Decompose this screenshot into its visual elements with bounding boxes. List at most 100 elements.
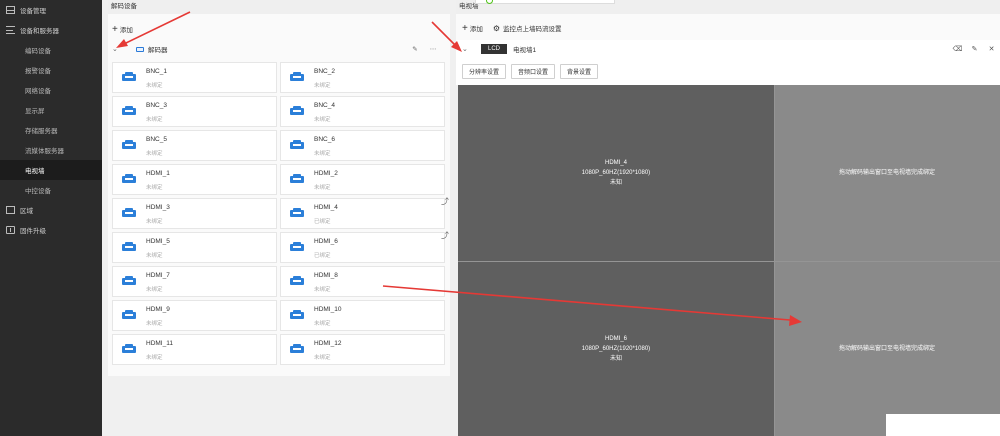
output-status: 未绑定: [146, 219, 163, 225]
sidebar-item-label: 电视墙: [25, 168, 45, 175]
display-output-icon: [290, 72, 304, 81]
display-output-icon: [290, 106, 304, 115]
output-status: 未绑定: [146, 321, 163, 327]
tv-wall-screen[interactable]: 拖动解码输出窗口至电视墙完成绑定: [774, 85, 1000, 261]
decoder-output-card[interactable]: BNC_6 未绑定: [280, 130, 445, 161]
resolution-settings-button[interactable]: 分辨率设置: [462, 63, 507, 79]
decoder-output-card[interactable]: HDMI_2 未绑定: [280, 164, 445, 195]
sidebar-item-label: 显示屏: [25, 108, 45, 115]
sidebar-item-devices-servers[interactable]: 设备和服务器: [0, 20, 102, 40]
close-icon[interactable]: ✕: [983, 45, 1000, 53]
output-status: 未绑定: [314, 321, 331, 327]
background-settings-button[interactable]: 背景设置: [560, 63, 599, 79]
decoder-output-card[interactable]: HDMI_4 已绑定 ⤴: [280, 197, 449, 229]
link-icon[interactable]: ⤴: [441, 196, 449, 207]
output-status: 未绑定: [146, 355, 163, 361]
decoder-output-card[interactable]: HDMI_3 未绑定: [112, 198, 277, 229]
screen-output-name: HDMI_6: [604, 335, 627, 342]
output-name: HDMI_5: [146, 238, 170, 245]
screen-status: 未知: [609, 355, 622, 362]
decoder-output-card[interactable]: HDMI_12 未绑定: [280, 334, 445, 365]
audio-port-settings-button[interactable]: 音频口设置: [511, 63, 556, 79]
output-status: 未绑定: [146, 117, 163, 123]
display-output-icon: [290, 208, 304, 217]
output-name: HDMI_9: [146, 306, 170, 313]
decoder-output-card[interactable]: HDMI_6 已绑定 ⤴: [280, 231, 449, 263]
sidebar-item-displays[interactable]: 显示屏: [0, 100, 102, 120]
chevron-down-icon[interactable]: ⌄: [112, 45, 121, 53]
decoder-device-icon: [136, 46, 144, 52]
add-decoder-button[interactable]: + 添加: [112, 24, 133, 34]
screen-resolution: 1080P_60HZ(1920*1080): [581, 345, 651, 352]
output-status: 未绑定: [314, 355, 331, 361]
display-output-icon: [290, 140, 304, 149]
decoder-output-card[interactable]: HDMI_9 未绑定: [112, 300, 277, 331]
add-tv-wall-button[interactable]: + 添加: [462, 23, 483, 33]
sidebar-item-encoding-devices[interactable]: 编码设备: [0, 40, 102, 60]
tv-wall-screen[interactable]: HDMI_4 1080P_60HZ(1920*1080) 未知: [458, 85, 774, 261]
output-name: BNC_4: [314, 102, 335, 109]
screen-output-name: HDMI_4: [604, 160, 627, 166]
chevron-down-icon[interactable]: ⌄: [462, 45, 471, 53]
tv-wall-toolbar: + 添加 ⚙ 监控点上墙码流设置: [462, 23, 572, 33]
output-status: 未绑定: [314, 117, 331, 123]
output-name: HDMI_8: [314, 272, 338, 279]
output-name: BNC_6: [314, 136, 335, 143]
sidebar-item-storage-servers[interactable]: 存储服务器: [0, 120, 102, 140]
decoder-output-card[interactable]: HDMI_7 未绑定: [112, 266, 277, 297]
sidebar-item-tv-wall[interactable]: 电视墙: [0, 160, 102, 180]
display-output-icon: [122, 140, 136, 149]
sidebar-item-streaming-servers[interactable]: 流媒体服务器: [0, 140, 102, 160]
display-output-icon: [122, 174, 136, 183]
decoder-output-card[interactable]: BNC_2 未绑定: [280, 62, 445, 93]
display-output-icon: [122, 72, 136, 81]
decoder-output-card[interactable]: BNC_1 未绑定: [112, 62, 277, 93]
output-name: BNC_1: [146, 68, 167, 75]
add-label: 添加: [469, 26, 483, 33]
output-status: 未绑定: [146, 287, 163, 293]
stream-settings-button[interactable]: ⚙ 监控点上墙码流设置: [492, 23, 562, 34]
decoder-output-card[interactable]: HDMI_5 未绑定: [112, 232, 277, 263]
link-icon[interactable]: ⤴: [441, 230, 449, 241]
decoder-group-row[interactable]: ⌄ 解码器 ✎ ⋯: [112, 42, 442, 56]
display-output-icon: [290, 310, 304, 319]
edit-icon[interactable]: ✎: [406, 45, 424, 53]
decoder-output-card[interactable]: HDMI_1 未绑定: [112, 164, 277, 195]
lcd-tag: LCD: [481, 43, 508, 54]
plus-icon: +: [462, 22, 468, 34]
edit-icon[interactable]: ✎: [966, 45, 983, 53]
decoder-output-card[interactable]: HDMI_11 未绑定: [112, 334, 277, 365]
sidebar-item-device-management[interactable]: 设备管理: [0, 0, 102, 20]
list-icon: [6, 26, 15, 34]
output-status: 已绑定: [314, 253, 331, 259]
tv-wall-canvas[interactable]: HDMI_4 1080P_60HZ(1920*1080) 未知 拖动解码输出窗口…: [458, 85, 1000, 436]
sidebar-item-alarm-devices[interactable]: 报警设备: [0, 60, 102, 80]
decoder-output-card[interactable]: HDMI_8 未绑定: [280, 266, 445, 297]
tv-wall-toolbar-area: + 添加 ⚙ 监控点上墙码流设置: [456, 14, 1000, 40]
display-output-icon: [290, 276, 304, 285]
decoder-output-card[interactable]: BNC_5 未绑定: [112, 130, 277, 161]
upgrade-icon: [6, 226, 15, 234]
more-icon[interactable]: ⋯: [424, 45, 442, 53]
sidebar-item-network-devices[interactable]: 网络设备: [0, 80, 102, 100]
sidebar-item-label: 设备管理: [20, 8, 46, 15]
decoder-panel-body: + 添加 ⌄ 解码器 ✎ ⋯ BNC_1 未绑定 BNC_2 未绑定 BNC_3 未绑…: [108, 14, 450, 376]
tv-wall-screen[interactable]: 拖动解码输出窗口至电视墙完成绑定: [774, 261, 1000, 436]
decoder-output-card[interactable]: BNC_4 未绑定: [280, 96, 445, 127]
output-name: HDMI_1: [146, 170, 170, 177]
display-output-icon: [290, 242, 304, 251]
clear-icon[interactable]: ⌫: [949, 45, 966, 53]
sidebar-item-central-control[interactable]: 中控设备: [0, 180, 102, 200]
tv-wall-screen[interactable]: HDMI_6 1080P_60HZ(1920*1080) 未知: [458, 261, 774, 436]
tv-wall-header[interactable]: ⌄ LCD 电视墙1 ⌫ ✎ ✕: [456, 40, 1000, 57]
decoder-output-card[interactable]: HDMI_10 未绑定: [280, 300, 445, 331]
sidebar-item-area[interactable]: 区域: [0, 200, 102, 220]
display-output-icon: [122, 276, 136, 285]
display-output-icon: [122, 242, 136, 251]
decoder-output-card[interactable]: BNC_3 未绑定: [112, 96, 277, 127]
output-name: HDMI_12: [314, 340, 342, 347]
output-status: 未绑定: [146, 185, 163, 191]
sidebar-item-firmware-upgrade[interactable]: 固件升级: [0, 220, 102, 240]
gear-icon: ⚙: [492, 23, 501, 33]
sidebar-item-label: 编码设备: [25, 48, 51, 55]
